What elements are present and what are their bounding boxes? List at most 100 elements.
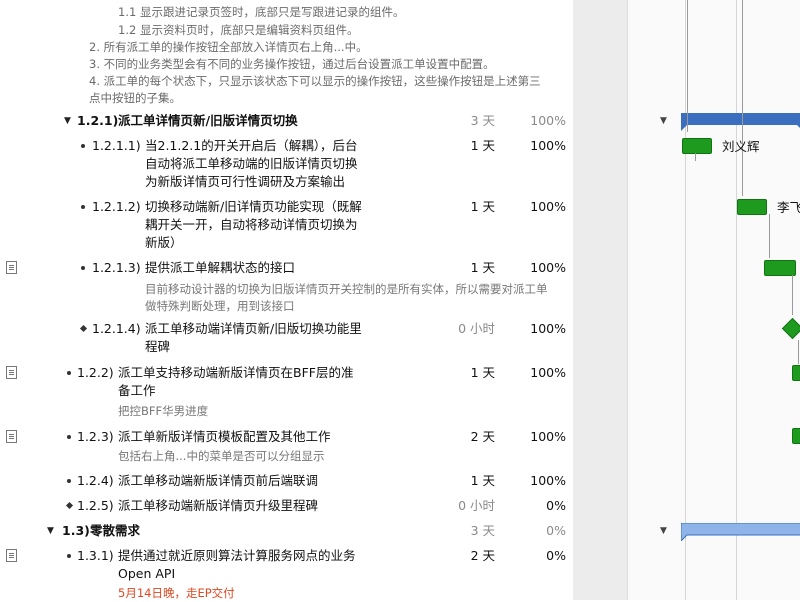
- splitter-gutter[interactable]: [573, 0, 627, 600]
- task-bullet-icon: [81, 205, 85, 209]
- task-percent[interactable]: 100%: [520, 198, 566, 216]
- task-title[interactable]: 派工单移动端新版详情页升级里程碑: [118, 497, 318, 515]
- note-line: 2. 所有派工单的操作按钮全部放入详情页右上角...中。: [89, 40, 368, 54]
- collapse-triangle-icon[interactable]: ▼: [47, 525, 54, 537]
- task-percent[interactable]: 100%: [520, 428, 566, 446]
- dependency-line: [695, 153, 696, 161]
- task-duration[interactable]: 1 天: [450, 259, 495, 277]
- task-note: 目前移动设计器的切换为旧版详情页开关控制的是所有实体，所以需要对派工单: [145, 282, 548, 296]
- task-bullet-icon: [81, 266, 85, 270]
- task-note: 把控BFF华男进度: [118, 404, 209, 418]
- task-bullet-icon: [81, 144, 85, 148]
- task-note: 做特殊判断处理，用到该接口: [145, 299, 295, 313]
- dependency-line: [742, 0, 743, 196]
- note-document-icon[interactable]: [6, 261, 17, 274]
- task-title-line: 新版）: [145, 235, 183, 250]
- task-bullet-icon: [67, 371, 71, 375]
- task-percent[interactable]: 0%: [520, 547, 566, 565]
- task-number: 1.2.1.2): [92, 199, 141, 214]
- timeline-gridline: [736, 0, 737, 600]
- task-title[interactable]: 派工单详情页新/旧版详情页切换: [118, 112, 298, 130]
- task-title-line: 为新版详情页可行性调研及方案输出: [145, 174, 346, 189]
- task-note: 包括右上角...中的菜单是否可以分组显示: [118, 449, 325, 463]
- note-line: 点中按钮的子集。: [89, 91, 181, 105]
- task-bullet-icon: [67, 435, 71, 439]
- gantt-collapse-icon[interactable]: ▼: [660, 116, 667, 126]
- dependency-line: [687, 0, 688, 132]
- task-percent[interactable]: 0%: [520, 497, 566, 515]
- task-duration[interactable]: 0 小时: [450, 320, 495, 338]
- milestone-diamond[interactable]: [781, 317, 800, 340]
- task-title-line: 程碑: [145, 339, 171, 354]
- resource-label: 刘义辉: [722, 139, 760, 154]
- task-title-line: 备工作: [118, 383, 156, 398]
- task-title[interactable]: 派工单支持移动端新版详情页在BFF层的准: [118, 364, 353, 382]
- dependency-line: [769, 214, 770, 258]
- task-percent[interactable]: 100%: [520, 112, 566, 130]
- task-title[interactable]: 零散需求: [90, 522, 140, 540]
- note-document-icon[interactable]: [6, 430, 17, 443]
- task-bar[interactable]: [682, 138, 712, 154]
- task-duration[interactable]: 3 天: [450, 522, 495, 540]
- task-percent[interactable]: 100%: [520, 364, 566, 382]
- task-duration[interactable]: 1 天: [450, 198, 495, 216]
- task-number: 1.3): [62, 523, 90, 538]
- note-document-icon[interactable]: [6, 549, 17, 562]
- note-line: 3. 不同的业务类型会有不同的业务操作按钮，通过后台设置派工单设置中配置。: [89, 57, 495, 71]
- gantt-collapse-icon[interactable]: ▼: [660, 526, 667, 536]
- timeline-gridline: [685, 0, 686, 600]
- task-bullet-icon: [67, 554, 71, 558]
- task-bar[interactable]: [737, 199, 767, 215]
- task-number: 1.2.2): [77, 365, 114, 380]
- task-number: 1.2.3): [77, 429, 114, 444]
- task-duration[interactable]: 1 天: [450, 364, 495, 382]
- task-number: 1.2.4): [77, 473, 114, 488]
- collapse-triangle-icon[interactable]: ▼: [64, 115, 71, 127]
- task-number: 1.3.1): [77, 548, 114, 563]
- task-percent[interactable]: 100%: [520, 472, 566, 490]
- note-line: 4. 派工单的每个状态下，只显示该状态下可以显示的操作按钮，这些操作按钮是上述第…: [89, 74, 541, 88]
- task-duration[interactable]: 1 天: [450, 137, 495, 155]
- task-title[interactable]: 派工单移动端新版详情页前后端联调: [118, 472, 318, 490]
- milestone-marker-icon: [65, 501, 74, 510]
- task-outline-pane: 1.1 显示跟进记录页签时，底部只是写跟进记录的组件。 1.2 显示资料页时，底…: [0, 0, 573, 600]
- task-title[interactable]: 提供派工单解耦状态的接口: [145, 259, 295, 277]
- resource-label: 李飞: [777, 200, 800, 215]
- dependency-line: [798, 340, 799, 364]
- task-duration[interactable]: 3 天: [450, 112, 495, 130]
- task-percent[interactable]: 100%: [520, 320, 566, 338]
- note-line: 1.2 显示资料页时，底部只是编辑资料页组件。: [118, 23, 359, 37]
- summary-bar[interactable]: [681, 113, 800, 131]
- summary-bar[interactable]: [681, 523, 800, 541]
- task-duration[interactable]: 0 小时: [450, 497, 495, 515]
- task-number: 1.2.1.1): [92, 138, 141, 153]
- task-number: 1.2.5): [77, 498, 114, 513]
- task-bar[interactable]: [764, 260, 796, 276]
- task-number: 1.2.1.3): [92, 260, 141, 275]
- task-bullet-icon: [67, 479, 71, 483]
- dependency-line: [792, 275, 793, 315]
- gantt-chart-pane: ▼ 刘义辉 李飞 ▼: [627, 0, 800, 600]
- task-number: 1.2.1.4): [92, 321, 141, 336]
- task-title-line: Open API: [118, 566, 176, 581]
- task-number: 1.2.1): [77, 113, 119, 128]
- task-bar[interactable]: [792, 365, 800, 381]
- note-document-icon[interactable]: [6, 366, 17, 379]
- task-title-line: 自动将派工单移动端的旧版详情页切换: [145, 156, 358, 171]
- task-duration[interactable]: 2 天: [450, 547, 495, 565]
- task-bar[interactable]: [792, 428, 800, 444]
- task-title[interactable]: 当2.1.2.1的开关开启后（解耦），后台: [145, 137, 357, 155]
- task-title[interactable]: 派工单新版详情页模板配置及其他工作: [118, 428, 331, 446]
- task-percent[interactable]: 100%: [520, 259, 566, 277]
- task-percent[interactable]: 0%: [520, 522, 566, 540]
- task-title[interactable]: 切换移动端新/旧详情页功能实现（既解: [145, 198, 362, 216]
- task-duration[interactable]: 2 天: [450, 428, 495, 446]
- task-percent[interactable]: 100%: [520, 137, 566, 155]
- milestone-marker-icon: [79, 324, 88, 333]
- task-note-highlight: 5月14日晚，走EP交付: [118, 586, 235, 600]
- task-title[interactable]: 提供通过就近原则算法计算服务网点的业务: [118, 547, 356, 565]
- task-title[interactable]: 派工单移动端详情页新/旧版切换功能里: [145, 320, 362, 338]
- task-duration[interactable]: 1 天: [450, 472, 495, 490]
- note-line: 1.1 显示跟进记录页签时，底部只是写跟进记录的组件。: [118, 5, 405, 19]
- task-title-line: 耦开关一开，自动将移动详情页切换为: [145, 217, 358, 232]
